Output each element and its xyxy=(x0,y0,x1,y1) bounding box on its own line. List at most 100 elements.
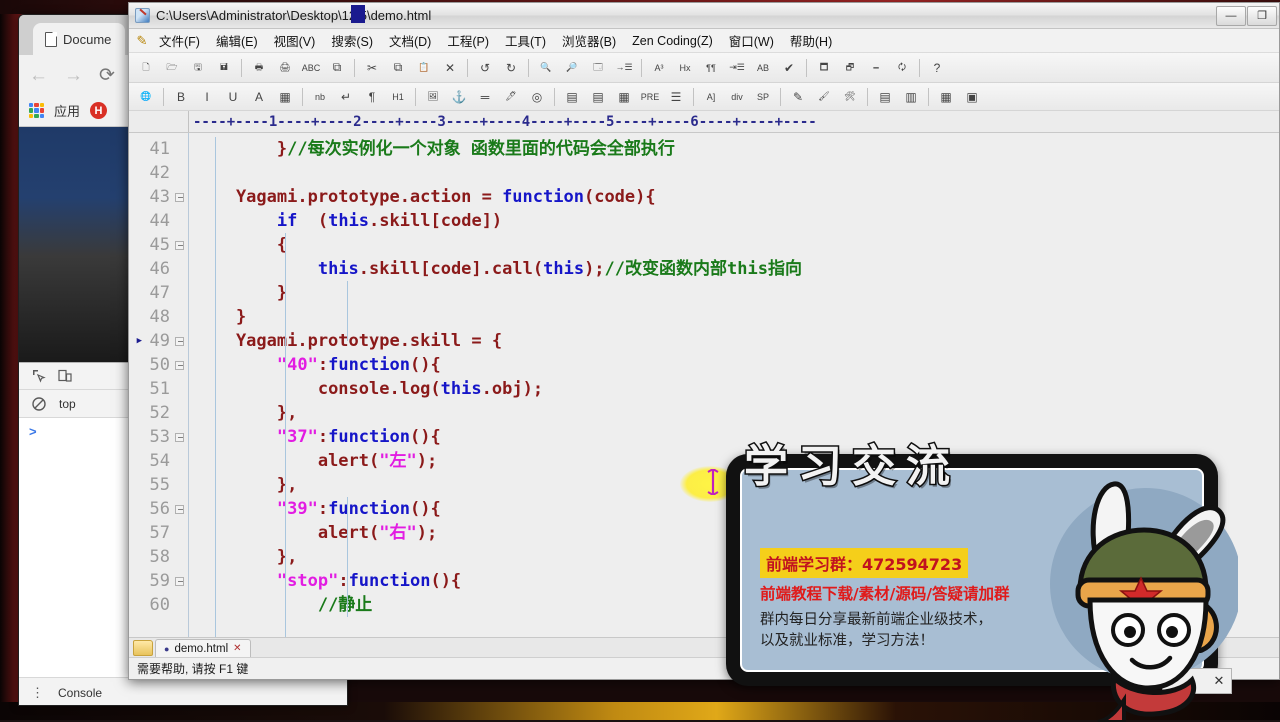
menu-item-document[interactable]: 文档(D) xyxy=(381,28,439,53)
back-icon[interactable]: ← xyxy=(29,66,48,85)
menu-item-tools[interactable]: 工具(T) xyxy=(497,28,554,53)
heading-icon[interactable]: H1 xyxy=(386,86,410,108)
h-bookmark-icon[interactable]: H xyxy=(90,102,108,119)
open-file-icon[interactable]: 🗁 xyxy=(160,57,184,79)
font-color-icon[interactable]: A xyxy=(247,86,271,108)
goto-line-icon[interactable]: →☰ xyxy=(612,57,636,79)
pre-tag-icon[interactable]: PRE xyxy=(638,86,662,108)
paragraph-icon[interactable]: ¶ xyxy=(360,86,384,108)
edit-pencil-icon[interactable]: ✎ xyxy=(786,86,810,108)
menu-item-project[interactable]: 工程(P) xyxy=(439,28,497,53)
help-icon[interactable]: ? xyxy=(925,57,949,79)
fold-toggle-icon[interactable] xyxy=(175,360,184,370)
bold-icon[interactable]: B xyxy=(169,86,193,108)
horizontal-rule-icon[interactable]: ═ xyxy=(473,86,497,108)
clear-console-icon[interactable] xyxy=(31,396,47,412)
menu-item-view[interactable]: 视图(V) xyxy=(266,28,324,53)
menu-item-browser[interactable]: 浏览器(B) xyxy=(554,28,624,53)
more-options-icon[interactable]: ⋮ xyxy=(31,686,44,699)
insert-image-icon[interactable]: 🖼 xyxy=(421,86,445,108)
close-icon[interactable]: ✕ xyxy=(233,643,241,654)
anchor-icon[interactable]: ⚓ xyxy=(447,86,471,108)
fold-toggle-icon[interactable] xyxy=(175,240,184,250)
script-icon[interactable]: ▣ xyxy=(960,86,984,108)
table-row-icon[interactable]: ▤ xyxy=(586,86,610,108)
span-tag-icon[interactable]: SP xyxy=(751,86,775,108)
menu-item-search[interactable]: 搜索(S) xyxy=(323,28,381,53)
italic-icon[interactable]: I xyxy=(195,86,219,108)
inspect-element-icon[interactable] xyxy=(31,368,47,384)
color-palette-icon[interactable]: ▦ xyxy=(273,86,297,108)
check-icon[interactable]: ✔ xyxy=(777,57,801,79)
undo-icon[interactable]: ↺ xyxy=(473,57,497,79)
insert-table-icon[interactable]: ▤ xyxy=(560,86,584,108)
fold-toggle-icon[interactable] xyxy=(175,192,184,202)
forward-icon[interactable]: → xyxy=(64,66,83,85)
bookmark-apps-label[interactable]: 应用 xyxy=(54,101,80,120)
tools-icon[interactable]: 🛠 xyxy=(838,86,862,108)
paste-icon[interactable]: 📋 xyxy=(412,57,436,79)
minimize-button[interactable]: — xyxy=(1216,5,1246,26)
fold-toggle-icon[interactable] xyxy=(175,504,184,514)
apps-grid-icon[interactable] xyxy=(29,103,44,118)
save-icon[interactable]: 🖫 xyxy=(186,57,210,79)
anchor-tag-icon[interactable]: A] xyxy=(699,86,723,108)
div-tag-icon[interactable]: div xyxy=(725,86,749,108)
menu-item-file[interactable]: 文件(F) xyxy=(151,28,208,53)
find-in-files-icon[interactable]: 🗔 xyxy=(586,57,610,79)
reload-icon[interactable]: ⟳ xyxy=(99,66,115,85)
code-line[interactable]: { xyxy=(189,233,1279,257)
sort-icon[interactable]: AB xyxy=(751,57,775,79)
code-line[interactable]: }, xyxy=(189,401,1279,425)
fold-toggle-icon[interactable] xyxy=(175,432,184,442)
menu-item-edit[interactable]: 编辑(E) xyxy=(208,28,266,53)
editor-title-bar[interactable]: C:\Users\Administrator\Desktop\12.5\demo… xyxy=(129,3,1279,29)
highlight-icon[interactable]: 🖊 xyxy=(499,86,523,108)
comment-icon[interactable]: ◎ xyxy=(525,86,549,108)
list-icon[interactable]: ☰ xyxy=(664,86,688,108)
find-icon[interactable]: 🔍 xyxy=(534,57,558,79)
code-line[interactable]: if (this.skill[code]) xyxy=(189,209,1279,233)
toggle-output-icon[interactable]: 🗗 xyxy=(838,57,862,79)
promo-overlay[interactable]: 学习交流 前端学习群：472594723 前端教程下载/素材/源码/答疑请加群 … xyxy=(722,430,1238,722)
code-line[interactable] xyxy=(189,161,1279,185)
html-globe-icon[interactable]: 🌐 xyxy=(134,86,158,108)
hex-viewer-icon[interactable]: Hx xyxy=(673,57,697,79)
code-line[interactable]: Yagami.prototype.action = function(code)… xyxy=(189,185,1279,209)
code-line[interactable]: } xyxy=(189,305,1279,329)
editor-file-tab-demo-html[interactable]: ● demo.html ✕ xyxy=(155,639,251,657)
delete-icon[interactable]: ✕ xyxy=(438,57,462,79)
nbsp-icon[interactable]: nb xyxy=(308,86,332,108)
drawer-tab-console[interactable]: Console xyxy=(58,686,102,700)
toggle-cliptext-icon[interactable]: 🗕 xyxy=(864,57,888,79)
font-icon[interactable]: A³ xyxy=(647,57,671,79)
line-break-icon[interactable]: ↵ xyxy=(334,86,358,108)
replace-icon[interactable]: 🔎 xyxy=(560,57,584,79)
preview-browser-icon[interactable]: ⧉ xyxy=(325,57,349,79)
new-file-icon[interactable]: 🗋 xyxy=(134,57,158,79)
menu-item-window[interactable]: 窗口(W) xyxy=(721,28,782,53)
print-preview-icon[interactable]: 🖶 xyxy=(247,57,271,79)
frame-icon[interactable]: ▥ xyxy=(899,86,923,108)
indent-icon[interactable]: ⇥☰ xyxy=(725,57,749,79)
code-line[interactable]: this.skill[code].call(this);//改变函数内部this… xyxy=(189,257,1279,281)
copy-icon[interactable]: ⧉ xyxy=(386,57,410,79)
code-line[interactable]: } xyxy=(189,281,1279,305)
folder-icon[interactable] xyxy=(133,640,153,656)
underline-icon[interactable]: U xyxy=(221,86,245,108)
code-line[interactable]: "40":function(){ xyxy=(189,353,1279,377)
toggle-directory-icon[interactable]: 🗖 xyxy=(812,57,836,79)
wordwrap-icon[interactable]: ¶¶ xyxy=(699,57,723,79)
toggle-document-icon[interactable]: 🗘 xyxy=(890,57,914,79)
code-line[interactable]: Yagami.prototype.skill = { xyxy=(189,329,1279,353)
save-all-icon[interactable]: 🖬 xyxy=(212,57,236,79)
console-context-selector[interactable]: top xyxy=(59,397,76,411)
menu-item-help[interactable]: 帮助(H) xyxy=(782,28,840,53)
menu-item-zencoding[interactable]: Zen Coding(Z) xyxy=(624,31,721,51)
print-icon[interactable]: 🖨 xyxy=(273,57,297,79)
maximize-button[interactable]: ❐ xyxy=(1247,5,1277,26)
paint-icon[interactable]: 🖌 xyxy=(812,86,836,108)
device-toolbar-icon[interactable] xyxy=(57,368,73,384)
spell-check-icon[interactable]: ABC xyxy=(299,57,323,79)
code-line[interactable]: console.log(this.obj); xyxy=(189,377,1279,401)
